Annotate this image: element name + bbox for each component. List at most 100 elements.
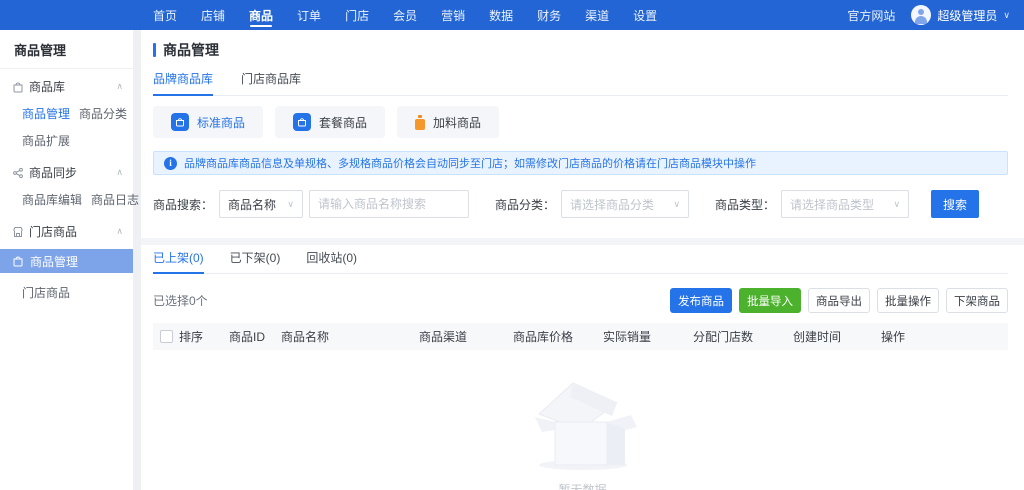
column-header-sales: 实际销量 <box>603 330 652 344</box>
takedown-product-button[interactable]: 下架商品 <box>946 288 1008 313</box>
tab-on-shelf[interactable]: 已上架(0) <box>153 249 204 274</box>
column-header-price: 商品库价格 <box>513 330 574 344</box>
nav-item-shop[interactable]: 店铺 <box>196 0 230 30</box>
nav-item-store[interactable]: 门店 <box>340 0 374 30</box>
publish-product-button[interactable]: 发布商品 <box>670 288 732 313</box>
column-header-actions: 操作 <box>881 330 906 344</box>
user-menu[interactable]: 超级管理员 ∨ <box>911 5 1010 25</box>
nav-item-member[interactable]: 会员 <box>388 0 422 30</box>
category-filter-label: 商品分类： <box>495 197 556 212</box>
nav-item-data[interactable]: 数据 <box>484 0 518 30</box>
chevron-down-icon: ∨ <box>673 198 681 209</box>
type-select[interactable]: 请选择商品类型 ∨ <box>781 190 910 218</box>
topping-product-button[interactable]: 加料商品 <box>397 106 500 138</box>
button-label: 套餐商品 <box>319 115 368 130</box>
section-divider <box>141 238 1024 245</box>
chevron-up-icon: ∧ <box>116 226 123 236</box>
tab-brand-library[interactable]: 品牌商品库 <box>153 70 214 96</box>
chevron-up-icon: ∧ <box>116 81 123 91</box>
select-placeholder: 请选择商品分类 <box>570 197 655 212</box>
bottle-icon <box>415 114 426 130</box>
section-label: 商品同步 <box>29 166 78 180</box>
export-product-button[interactable]: 商品导出 <box>808 288 870 313</box>
column-header-id: 商品ID <box>229 330 266 344</box>
category-select[interactable]: 请选择商品分类 ∨ <box>561 190 690 218</box>
button-label: 标准商品 <box>197 115 246 130</box>
sidebar-section-store-product[interactable]: 门店商品 ∧ <box>12 223 123 240</box>
search-input[interactable] <box>309 190 470 218</box>
nav-item-finance[interactable]: 财务 <box>532 0 566 30</box>
sidebar-item-store-product[interactable]: 门店商品 <box>22 284 133 301</box>
select-placeholder: 请选择商品类型 <box>790 197 875 212</box>
page-title: 商品管理 <box>163 42 219 58</box>
page-header: 商品管理 <box>153 40 1008 60</box>
sidebar-divider <box>0 68 133 69</box>
sidebar-item-product-category[interactable]: 商品分类 <box>79 105 127 122</box>
empty-text: 暂无数据 <box>558 483 607 490</box>
sidebar: 商品管理 商品库 ∧ 商品管理 商品分类 商品扩展 商品同步 ∧ 商品库编辑 商… <box>0 30 139 490</box>
section-label: 门店商品 <box>29 225 78 239</box>
official-site-link[interactable]: 官方网站 <box>847 7 895 24</box>
main-panel: 商品管理 品牌商品库 门店商品库 标准商品 套餐商品 加料商品 i 品牌商品库商… <box>141 30 1024 490</box>
action-buttons: 发布商品 批量导入 商品导出 批量操作 下架商品 <box>670 288 1008 313</box>
library-tabs: 品牌商品库 门店商品库 <box>153 70 1008 96</box>
chevron-up-icon: ∧ <box>116 167 123 177</box>
chevron-down-icon: ∨ <box>893 198 901 209</box>
column-header-stores: 分配门店数 <box>693 330 754 344</box>
type-filter-label: 商品类型： <box>715 197 776 212</box>
sync-icon <box>13 167 23 178</box>
tab-recycle-bin[interactable]: 回收站(0) <box>306 249 357 273</box>
combo-product-button[interactable]: 套餐商品 <box>275 106 386 138</box>
product-name-select[interactable]: 商品名称 ∨ <box>219 190 304 218</box>
bag-icon <box>171 113 189 131</box>
chevron-down-icon: ∨ <box>287 198 295 209</box>
tab-off-shelf[interactable]: 已下架(0) <box>230 249 281 273</box>
batch-import-button[interactable]: 批量导入 <box>739 288 801 313</box>
column-header-channel: 商品渠道 <box>419 330 468 344</box>
bag-icon <box>13 82 23 92</box>
standard-product-button[interactable]: 标准商品 <box>153 106 264 138</box>
batch-actions-button[interactable]: 批量操作 <box>877 288 939 313</box>
info-icon: i <box>164 156 177 170</box>
sidebar-section-product-sync[interactable]: 商品同步 ∧ <box>12 164 123 181</box>
topbar-right: 官方网站 超级管理员 ∨ <box>847 5 1024 25</box>
sidebar-item-library-edit[interactable]: 商品库编辑 <box>22 191 82 208</box>
nav-item-home[interactable]: 首页 <box>148 0 182 30</box>
selected-count-text: 已选择0个 <box>153 294 208 308</box>
toolbar-row: 已选择0个 发布商品 批量导入 商品导出 批量操作 下架商品 <box>153 288 1008 313</box>
nav-item-channel[interactable]: 渠道 <box>580 0 614 30</box>
top-nav-menu: 首页 店铺 商品 订单 门店 会员 营销 数据 财务 渠道 设置 <box>148 0 662 30</box>
store-icon <box>13 226 23 237</box>
column-header-name: 商品名称 <box>281 330 330 344</box>
top-navbar: 首页 店铺 商品 订单 门店 会员 营销 数据 财务 渠道 设置 官方网站 超级… <box>0 0 1024 30</box>
quick-create-buttons: 标准商品 套餐商品 加料商品 <box>153 106 1008 138</box>
sidebar-item-product-extend[interactable]: 商品扩展 <box>22 132 70 149</box>
search-filter-label: 商品搜索： <box>153 197 214 212</box>
nav-item-marketing[interactable]: 营销 <box>436 0 470 30</box>
select-value: 商品名称 <box>228 197 277 212</box>
info-banner: i 品牌商品库商品信息及单规格、多规格商品价格会自动同步至门店；如需修改门店商品… <box>153 151 1008 175</box>
sidebar-item-store-product-manage[interactable]: 商品管理 <box>0 249 133 273</box>
user-name: 超级管理员 <box>937 8 998 23</box>
table-header-row: 排序 商品ID 商品名称 商品渠道 商品库价格 实际销量 分配门店数 创建时间 … <box>153 323 1008 350</box>
select-all-checkbox[interactable] <box>160 330 173 343</box>
sidebar-item-product-log[interactable]: 商品日志 <box>91 191 139 208</box>
nav-item-order[interactable]: 订单 <box>292 0 326 30</box>
sidebar-item-label: 商品管理 <box>30 254 79 269</box>
chevron-down-icon: ∨ <box>1003 9 1010 20</box>
bag-icon <box>293 113 312 131</box>
search-button[interactable]: 搜索 <box>931 190 980 218</box>
empty-state: 暂无数据 <box>141 372 1024 490</box>
filter-bar: 商品搜索： 商品名称 ∨ 商品分类： 请选择商品分类 ∨ 商品类型： 请选择商品… <box>153 190 1008 218</box>
sidebar-item-product-manage[interactable]: 商品管理 <box>22 105 70 122</box>
nav-item-settings[interactable]: 设置 <box>628 0 662 30</box>
bag-icon <box>13 256 23 267</box>
button-label: 加料商品 <box>433 115 482 130</box>
tab-store-library[interactable]: 门店商品库 <box>241 70 301 95</box>
sidebar-section-product-library[interactable]: 商品库 ∧ <box>12 78 123 95</box>
status-tabs: 已上架(0) 已下架(0) 回收站(0) <box>153 249 1008 274</box>
empty-box-illustration <box>534 382 637 470</box>
title-accent-bar <box>153 43 156 57</box>
nav-item-product[interactable]: 商品 <box>244 0 278 30</box>
column-header-time: 创建时间 <box>793 330 842 344</box>
